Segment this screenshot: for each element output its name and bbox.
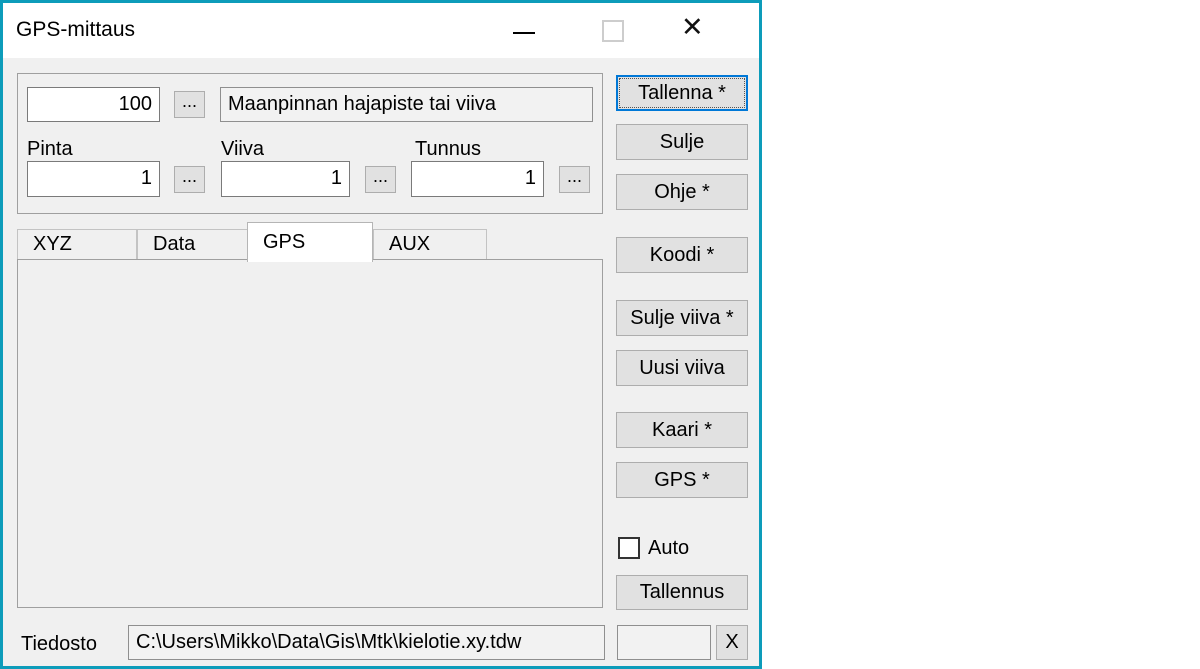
tallennus-button[interactable]: Tallennus bbox=[616, 575, 748, 610]
tallenna-button[interactable]: Tallenna * bbox=[616, 75, 748, 111]
tiedosto-label: Tiedosto bbox=[21, 633, 97, 656]
close-icon: ✕ bbox=[681, 12, 704, 43]
minimize-icon bbox=[513, 32, 535, 34]
clear-file-button[interactable]: X bbox=[716, 625, 748, 660]
koodi-button[interactable]: Koodi * bbox=[616, 237, 748, 273]
minimize-button[interactable] bbox=[491, 3, 555, 58]
close-button[interactable]: ✕ bbox=[671, 3, 735, 58]
tunnus-input[interactable]: 1 bbox=[411, 161, 544, 197]
code-browse-button[interactable]: ... bbox=[174, 91, 205, 118]
titlebar: GPS-mittaus ✕ bbox=[3, 3, 759, 58]
auto-checkbox-label: Auto bbox=[648, 537, 689, 560]
gps-mittaus-window: GPS-mittaus ✕ 100 ... Maanpinnan hajapis… bbox=[0, 0, 762, 669]
window-title: GPS-mittaus bbox=[16, 18, 135, 42]
code-input[interactable]: 100 bbox=[27, 87, 160, 122]
tab-data[interactable]: Data bbox=[137, 229, 249, 260]
kaari-button[interactable]: Kaari * bbox=[616, 412, 748, 448]
viiva-browse-button[interactable]: ... bbox=[365, 166, 396, 193]
tab-aux[interactable]: AUX bbox=[373, 229, 487, 260]
ohje-button[interactable]: Ohje * bbox=[616, 174, 748, 210]
tiedosto-path-field: C:\Users\Mikko\Data\Gis\Mtk\kielotie.xy.… bbox=[128, 625, 605, 660]
sulje-button[interactable]: Sulje bbox=[616, 124, 748, 160]
tunnus-browse-button[interactable]: ... bbox=[559, 166, 590, 193]
footer-aux-field[interactable] bbox=[617, 625, 711, 660]
maximize-button[interactable] bbox=[581, 3, 645, 58]
gps-button[interactable]: GPS * bbox=[616, 462, 748, 498]
pinta-browse-button[interactable]: ... bbox=[174, 166, 205, 193]
maximize-icon bbox=[602, 20, 624, 42]
viiva-input[interactable]: 1 bbox=[221, 161, 350, 197]
tunnus-label: Tunnus bbox=[415, 138, 481, 161]
auto-checkbox[interactable] bbox=[618, 537, 640, 559]
sulje-viiva-button[interactable]: Sulje viiva * bbox=[616, 300, 748, 336]
tab-gps[interactable]: GPS bbox=[247, 222, 373, 262]
gps-tab-panel bbox=[17, 259, 603, 608]
code-description-field: Maanpinnan hajapiste tai viiva bbox=[220, 87, 593, 122]
uusi-viiva-button[interactable]: Uusi viiva bbox=[616, 350, 748, 386]
viiva-label: Viiva bbox=[221, 138, 264, 161]
tab-xyz[interactable]: XYZ bbox=[17, 229, 137, 260]
pinta-input[interactable]: 1 bbox=[27, 161, 160, 197]
pinta-label: Pinta bbox=[27, 138, 73, 161]
